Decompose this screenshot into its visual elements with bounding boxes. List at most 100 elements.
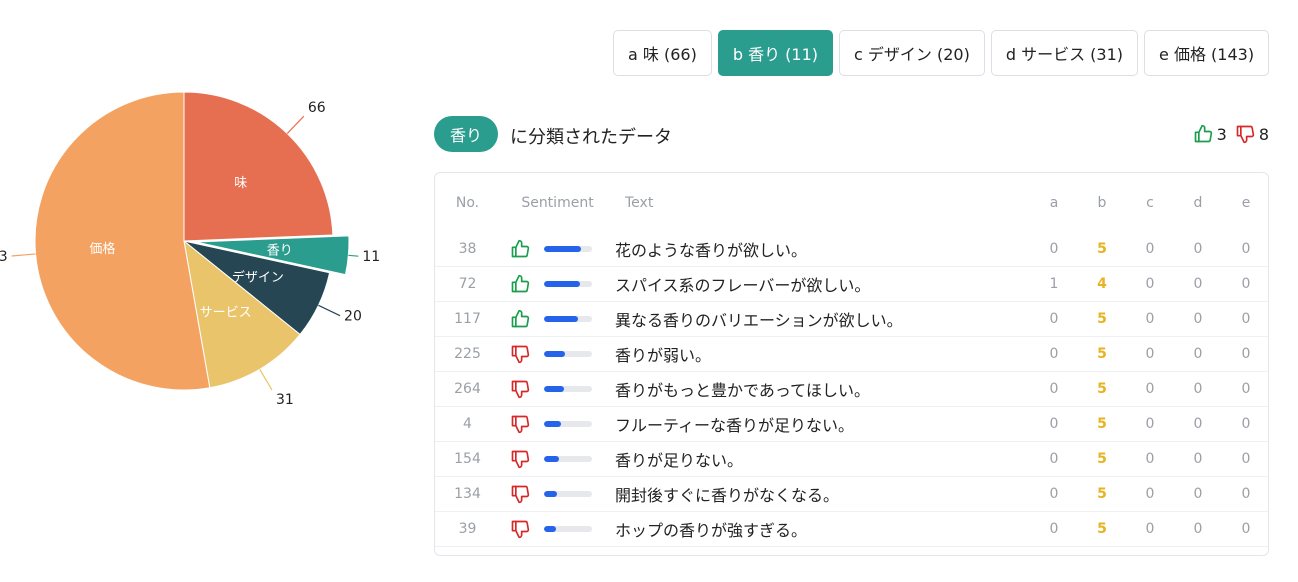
pie-slice-label: デザイン: [232, 269, 284, 285]
pie-leader-line: [259, 369, 273, 391]
row-e: 0: [1222, 476, 1268, 512]
row-b: 5: [1078, 441, 1126, 477]
table-row[interactable]: 225 香りが弱い。 0 5 0 0 0: [435, 336, 1268, 372]
data-table: No. Sentiment Text a b c d e 38 花のような香りが欲…: [435, 173, 1268, 555]
col-d: d: [1193, 194, 1203, 211]
row-sentiment: [500, 511, 615, 547]
category-pie-chart: 味 66 香り 11 デザイン 20 サービス 31 価格 143: [0, 91, 380, 408]
category-chip: 香り: [434, 116, 498, 152]
row-c: 0: [1126, 232, 1174, 267]
row-a: 0: [1030, 406, 1078, 442]
table-row[interactable]: 39 ホップの香りが強すぎる。 0 5 0 0 0: [435, 511, 1268, 547]
row-sentiment: [500, 441, 615, 477]
table-row[interactable]: 154 香りが足りない。 0 5 0 0 0: [435, 441, 1268, 477]
pie-value-label: 143: [0, 249, 8, 265]
row-no: 27: [435, 546, 500, 555]
row-c: 0: [1126, 301, 1174, 337]
pie-value-label: 11: [362, 249, 380, 265]
pie-slice-label: 味: [234, 176, 247, 191]
row-no: 38: [435, 232, 500, 267]
table-row[interactable]: 4 フルーティーな香りが足りない。 0 5 0 0 0: [435, 406, 1268, 442]
row-e: 0: [1222, 266, 1268, 302]
row-d: 0: [1174, 266, 1222, 302]
row-c: 0: [1126, 546, 1174, 555]
col-c: c: [1146, 194, 1154, 211]
row-no: 154: [435, 441, 500, 477]
row-c: 0: [1126, 511, 1174, 547]
sentiment-score-bar: [544, 246, 592, 252]
row-d: 0: [1174, 336, 1222, 372]
col-text: Text: [625, 194, 654, 211]
row-a: 0: [1030, 232, 1078, 267]
row-b: 5: [1078, 511, 1126, 547]
thumbs-down-icon: [511, 485, 530, 504]
row-e: 0: [1222, 232, 1268, 267]
table-row[interactable]: 134 開封後すぐに香りがなくなる。 0 5 0 0 0: [435, 476, 1268, 512]
section-heading: 香り に分類されたデータ 3 8: [434, 116, 1269, 152]
table-row[interactable]: 72 スパイス系のフレーバーが欲しい。 1 4 0 0 0: [435, 266, 1268, 302]
sentiment-score-bar: [544, 281, 592, 287]
row-c: 0: [1126, 371, 1174, 407]
thumbs-up-icon: [511, 309, 530, 328]
sentiment-score-bar: [544, 491, 592, 497]
row-sentiment: [500, 476, 615, 512]
row-no: 72: [435, 266, 500, 302]
row-c: 0: [1126, 336, 1174, 372]
table-row[interactable]: 27香りが弱すぎる。05000: [435, 546, 1268, 555]
row-no: 225: [435, 336, 500, 372]
thumbs-down-icon: [511, 450, 530, 469]
row-e: 0: [1222, 301, 1268, 337]
pie-leader-line: [286, 115, 305, 134]
row-no: 4: [435, 406, 500, 442]
row-a: 0: [1030, 546, 1078, 555]
sentiment-counts: 3 8: [1193, 124, 1269, 144]
pie-slice[interactable]: [34, 91, 211, 391]
row-a: 0: [1030, 371, 1078, 407]
table-row[interactable]: 38 花のような香りが欲しい。 0 5 0 0 0: [435, 232, 1268, 267]
row-d: 0: [1174, 511, 1222, 547]
row-b: 5: [1078, 301, 1126, 337]
row-text: 香りが弱すぎる。: [615, 546, 1030, 555]
table-header: No. Sentiment Text a b c d e: [435, 173, 1268, 232]
row-d: 0: [1174, 441, 1222, 477]
tab-e-price[interactable]: e 価格 (143): [1144, 30, 1270, 76]
tab-a-taste[interactable]: a 味 (66): [613, 30, 712, 76]
sentiment-score-bar: [544, 351, 592, 357]
row-e: 0: [1222, 336, 1268, 372]
row-a: 0: [1030, 476, 1078, 512]
positive-count: 3: [1216, 124, 1227, 144]
row-text: フルーティーな香りが足りない。: [615, 406, 1030, 442]
category-tabs: a 味 (66) b 香り (11) c デザイン (20) d サービス (3…: [613, 30, 1270, 76]
row-c: 0: [1126, 476, 1174, 512]
row-c: 0: [1126, 441, 1174, 477]
row-text: 異なる香りのバリエーションが欲しい。: [615, 301, 1030, 337]
row-text: 香りが足りない。: [615, 441, 1030, 477]
row-text: スパイス系のフレーバーが欲しい。: [615, 266, 1030, 302]
row-b: 4: [1078, 266, 1126, 302]
row-b: 5: [1078, 476, 1126, 512]
thumbs-up-icon: [511, 274, 530, 293]
data-table-container[interactable]: No. Sentiment Text a b c d e 38 花のような香りが欲…: [434, 172, 1269, 556]
thumbs-down-icon: [511, 345, 530, 364]
col-b: b: [1097, 194, 1107, 211]
row-sentiment: [500, 232, 615, 267]
row-a: 0: [1030, 336, 1078, 372]
table-row[interactable]: 264 香りがもっと豊かであってほしい。 0 5 0 0 0: [435, 371, 1268, 407]
sentiment-score-bar: [544, 386, 592, 392]
pie-leader-line: [318, 304, 341, 317]
tab-d-service[interactable]: d サービス (31): [990, 30, 1139, 76]
sentiment-score-bar: [544, 526, 592, 532]
row-text: 香りが弱い。: [615, 336, 1030, 372]
row-b: 5: [1078, 232, 1126, 267]
row-b: 5: [1078, 371, 1126, 407]
row-d: 0: [1174, 301, 1222, 337]
row-e: 0: [1222, 406, 1268, 442]
thumbs-down-icon: [511, 415, 530, 434]
col-a: a: [1049, 194, 1059, 211]
table-row[interactable]: 117 異なる香りのバリエーションが欲しい。 0 5 0 0 0: [435, 301, 1268, 337]
tab-b-aroma[interactable]: b 香り (11): [717, 30, 834, 76]
sentiment-score-bar: [544, 316, 592, 322]
tab-c-design[interactable]: c デザイン (20): [839, 30, 985, 76]
thumbs-down-icon: [511, 380, 530, 399]
row-a: 1: [1030, 266, 1078, 302]
